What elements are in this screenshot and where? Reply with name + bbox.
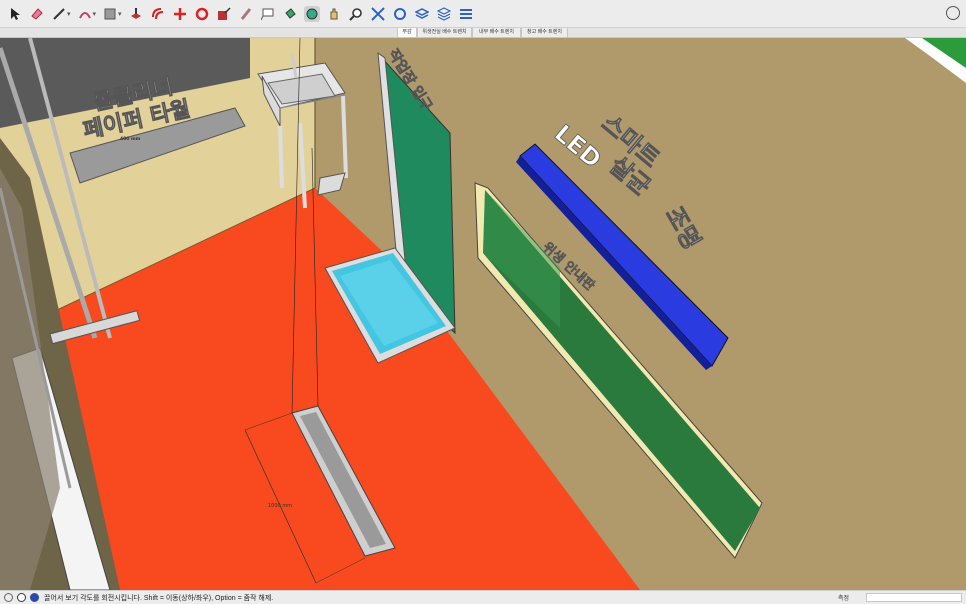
shelf-dimension-label: 400 mm xyxy=(120,136,141,142)
line-tool-dropdown-icon[interactable]: ▾ xyxy=(67,10,71,18)
trench-dimension-label: 1000 mm xyxy=(268,503,292,509)
arc-tool-icon[interactable] xyxy=(77,6,93,22)
tab-scene-warehouse-trench[interactable]: 창고 배수 트렌치 xyxy=(521,28,568,37)
offset-tool-icon[interactable] xyxy=(150,6,166,22)
paint-bucket-tool-icon[interactable] xyxy=(282,6,298,22)
layers-tool-icon[interactable] xyxy=(414,6,430,22)
tab-scene-overview[interactable]: 부감 xyxy=(397,28,417,37)
main-toolbar: ▾ ▾ ▾ xyxy=(0,0,966,28)
tab-scene-internal-trench[interactable]: 내부 배수 트렌치 xyxy=(472,28,521,37)
user-profile-icon[interactable] xyxy=(946,6,960,20)
shape-tool-icon[interactable] xyxy=(102,6,118,22)
tab-scene-hygiene-trench[interactable]: 위생전실 배수 트렌치 xyxy=(417,28,472,37)
orbit-tool-icon[interactable] xyxy=(303,5,320,22)
info-icon[interactable] xyxy=(17,593,26,602)
warehouse-tool-icon[interactable] xyxy=(392,6,408,22)
model-viewport[interactable]: 400 mm 롤클리너 페이퍼 타월 작업장 입구 LED 스마트 살균 조명 … xyxy=(0,38,966,590)
tape-measure-tool-icon[interactable] xyxy=(238,6,254,22)
rotate-tool-icon[interactable] xyxy=(194,6,210,22)
help-icon[interactable] xyxy=(4,593,13,602)
geo-location-icon[interactable] xyxy=(30,593,39,602)
select-tool-icon[interactable] xyxy=(7,6,23,22)
measurements-label: 측정 xyxy=(838,596,850,602)
text-tool-icon[interactable] xyxy=(260,6,276,22)
status-bar: 끌어서 보기 각도를 회전시킵니다. Shift = 이동(상하/좌우), Op… xyxy=(0,590,966,604)
arc-tool-dropdown-icon[interactable]: ▾ xyxy=(93,10,97,18)
push-pull-tool-icon[interactable] xyxy=(128,6,144,22)
extension-tool-icon[interactable] xyxy=(436,6,452,22)
eraser-tool-icon[interactable] xyxy=(29,6,45,22)
scene-tabs: 부감 위생전실 배수 트렌치 내부 배수 트렌치 창고 배수 트렌치 xyxy=(0,28,966,38)
pan-tool-icon[interactable] xyxy=(326,6,342,22)
shape-tool-dropdown-icon[interactable]: ▾ xyxy=(118,10,122,18)
sections-tool-icon[interactable] xyxy=(458,6,474,22)
zoom-tool-icon[interactable] xyxy=(348,6,364,22)
measurements-input[interactable] xyxy=(866,593,962,602)
line-tool-icon[interactable] xyxy=(51,6,67,22)
status-message: 끌어서 보기 각도를 회전시킵니다. Shift = 이동(상하/좌우), Op… xyxy=(44,594,274,602)
scale-tool-icon[interactable] xyxy=(216,6,232,22)
move-tool-icon[interactable] xyxy=(172,6,188,22)
zoom-extents-tool-icon[interactable] xyxy=(370,6,386,22)
